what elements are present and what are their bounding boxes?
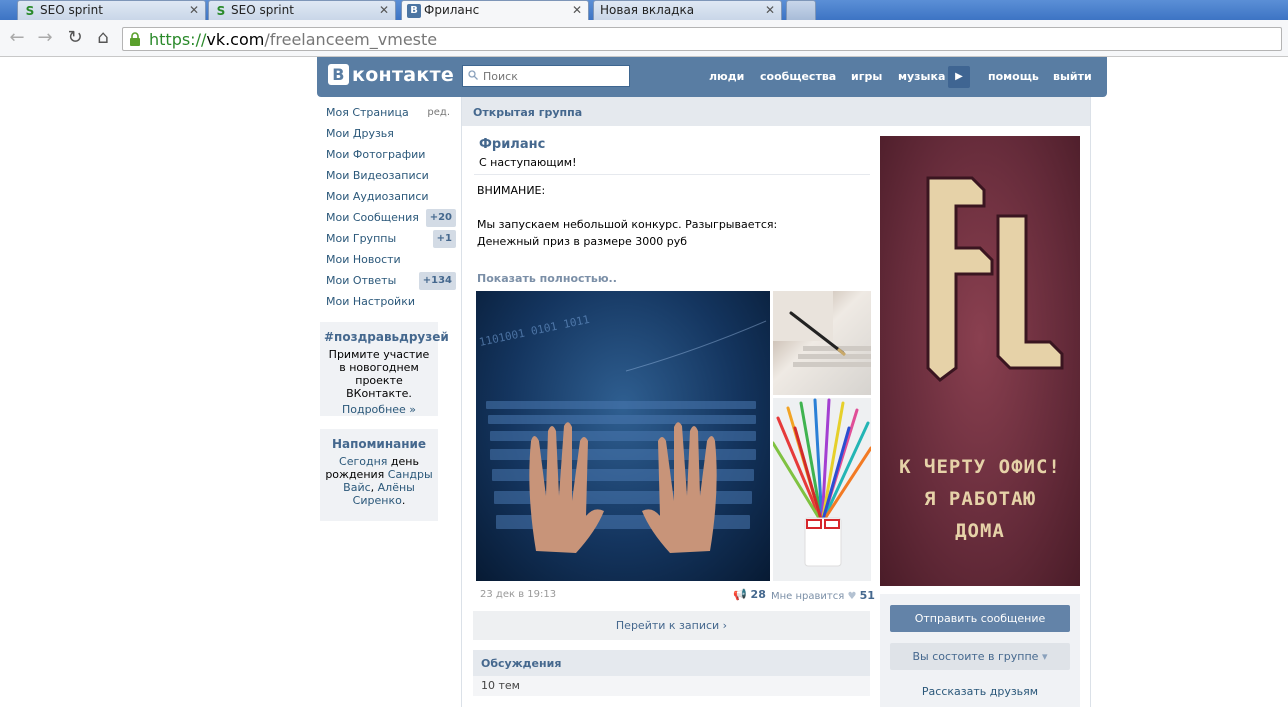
post-text-line: Мы запускаем небольшой конкурс. Разыгрыв… <box>477 218 778 231</box>
close-icon[interactable]: ✕ <box>572 3 582 17</box>
banner-text: ДОМА <box>955 520 1005 542</box>
forward-arrow-icon[interactable]: → <box>34 27 56 49</box>
laptop-pen-image <box>773 291 871 367</box>
url-text: https://vk.com/freelanceem_vmeste <box>149 30 438 49</box>
divider <box>474 174 870 175</box>
goto-post-button[interactable]: Перейти к записи › <box>473 611 870 640</box>
counter-badge: +134 <box>418 272 456 290</box>
menu-my-page[interactable]: Моя Страница ред. <box>320 104 456 125</box>
post-photo-laptop-pen[interactable] <box>773 291 871 395</box>
promo-text: Примите участие в новогоднем проекте ВКо… <box>328 348 430 400</box>
send-message-button[interactable]: Отправить сообщение <box>890 605 1070 632</box>
nav-help[interactable]: помощь <box>988 57 1039 97</box>
banner-text: К ЧЕРТУ ОФИС! <box>899 456 1061 478</box>
seo-sprint-favicon-icon: S <box>25 4 35 18</box>
membership-dropdown[interactable]: Вы состоите в группе ▾ <box>890 643 1070 670</box>
menu-photos[interactable]: Мои Фотографии <box>320 146 456 167</box>
menu-settings[interactable]: Мои Настройки <box>320 293 456 314</box>
post-author[interactable]: Фриланс <box>479 137 545 152</box>
browser-toolbar: ← → ↻ ⌂ https://vk.com/freelanceem_vmest… <box>0 20 1288 57</box>
left-menu: Моя Страница ред. Мои Друзья Мои Фотограф… <box>320 104 456 314</box>
repost-button[interactable]: 📢 28 <box>733 588 766 601</box>
edit-link[interactable]: ред. <box>427 104 450 122</box>
address-bar[interactable]: https://vk.com/freelanceem_vmeste <box>122 27 1282 51</box>
browser-tabbar: S SEO sprint ✕ S SEO sprint ✕ В Фриланс … <box>0 0 1288 21</box>
group-type-header: Открытая группа <box>462 97 1090 126</box>
nav-music[interactable]: музыка <box>898 57 945 97</box>
reminder-text: Сегодня день рождения Сандры Вайс, Алёны… <box>325 455 433 507</box>
menu-videos[interactable]: Мои Видеозаписи <box>320 167 456 188</box>
group-avatar-banner[interactable]: К ЧЕРТУ ОФИС! Я РАБОТАЮ ДОМА <box>880 136 1080 586</box>
close-icon[interactable]: ✕ <box>765 3 775 17</box>
nav-communities[interactable]: сообщества <box>760 57 836 97</box>
tell-friends-link[interactable]: Рассказать друзьям <box>880 685 1080 698</box>
promo-link[interactable]: Подробнее » <box>324 403 434 416</box>
search-input[interactable] <box>483 68 623 84</box>
menu-messages[interactable]: Мои Сообщения +20 <box>320 209 456 230</box>
reminder-box: Напоминание Сегодня день рождения Сандры… <box>320 429 438 521</box>
tab-title: SEO sprint <box>40 3 103 17</box>
nav-games[interactable]: игры <box>851 57 882 97</box>
promo-title[interactable]: #поздравьдрузей <box>324 330 449 344</box>
browser-tab-active[interactable]: В Фриланс ✕ <box>401 0 589 21</box>
browser-tab[interactable]: S SEO sprint ✕ <box>17 0 206 20</box>
vk-favicon-icon: В <box>407 4 421 18</box>
reload-icon[interactable]: ↻ <box>64 27 86 49</box>
menu-groups[interactable]: Мои Группы +1 <box>320 230 456 251</box>
menu-news[interactable]: Мои Новости <box>320 251 456 272</box>
svg-text:1101001 0101 1011: 1101001 0101 1011 <box>478 313 591 349</box>
vk-header: Вконтакте люди сообщества игры музыка ▶ … <box>317 57 1107 97</box>
post-photo-pencils[interactable] <box>773 398 871 581</box>
reminder-title: Напоминание <box>331 437 427 451</box>
today-link[interactable]: Сегодня <box>339 455 387 468</box>
tab-title: Фриланс <box>424 3 480 17</box>
home-icon[interactable]: ⌂ <box>92 27 114 49</box>
caret-down-icon: ▾ <box>1041 650 1048 663</box>
menu-audio[interactable]: Мои Аудиозаписи <box>320 188 456 209</box>
browser-tab[interactable]: Новая вкладка ✕ <box>593 0 782 20</box>
back-arrow-icon[interactable]: ← <box>6 27 28 49</box>
post-date[interactable]: 23 дек в 19:13 <box>480 589 556 600</box>
promo-box: #поздравьдрузей Примите участие в нового… <box>320 322 449 416</box>
post-text-line: ВНИМАНИЕ: <box>477 184 546 197</box>
post-text-line: Денежный приз в размере 3000 руб <box>477 235 688 248</box>
lock-icon <box>130 32 140 46</box>
heart-icon: ♥ <box>847 591 857 602</box>
post-greeting: С наступающим! <box>479 156 577 169</box>
discussions-header[interactable]: Обсуждения <box>473 650 870 676</box>
counter-badge: +20 <box>425 209 456 227</box>
keyboard-hands-image: 1101001 0101 1011 <box>478 313 767 553</box>
fl-logo-icon <box>926 176 1064 382</box>
play-icon[interactable]: ▶ <box>948 66 970 88</box>
pencils-cup-image <box>773 398 871 567</box>
tab-title: SEO sprint <box>231 3 294 17</box>
post-photo-keyboard[interactable]: 1101001 0101 1011 <box>476 291 770 581</box>
vk-logo[interactable]: Вконтакте <box>328 64 454 86</box>
tab-title: Новая вкладка <box>600 3 695 17</box>
show-more-link[interactable]: Показать полностью.. <box>477 272 617 285</box>
browser-tab[interactable]: S SEO sprint ✕ <box>208 0 396 20</box>
discussions-count[interactable]: 10 тем <box>473 676 870 696</box>
menu-friends[interactable]: Мои Друзья <box>320 125 456 146</box>
seo-sprint-favicon-icon: S <box>216 4 226 18</box>
chevron-right-icon: › <box>722 619 728 632</box>
like-button[interactable]: Мне нравится ♥ 51 <box>771 589 875 602</box>
banner-text: Я РАБОТАЮ <box>924 488 1036 510</box>
nav-people[interactable]: люди <box>709 57 744 97</box>
menu-answers[interactable]: Мои Ответы +134 <box>320 272 456 293</box>
new-tab-button[interactable] <box>786 0 816 20</box>
nav-logout[interactable]: выйти <box>1053 57 1092 97</box>
counter-badge: +1 <box>432 230 456 248</box>
megaphone-icon: 📢 <box>733 588 747 601</box>
search-icon <box>468 70 478 80</box>
close-icon[interactable]: ✕ <box>189 3 199 17</box>
close-icon[interactable]: ✕ <box>379 3 389 17</box>
search-box[interactable] <box>462 65 630 87</box>
